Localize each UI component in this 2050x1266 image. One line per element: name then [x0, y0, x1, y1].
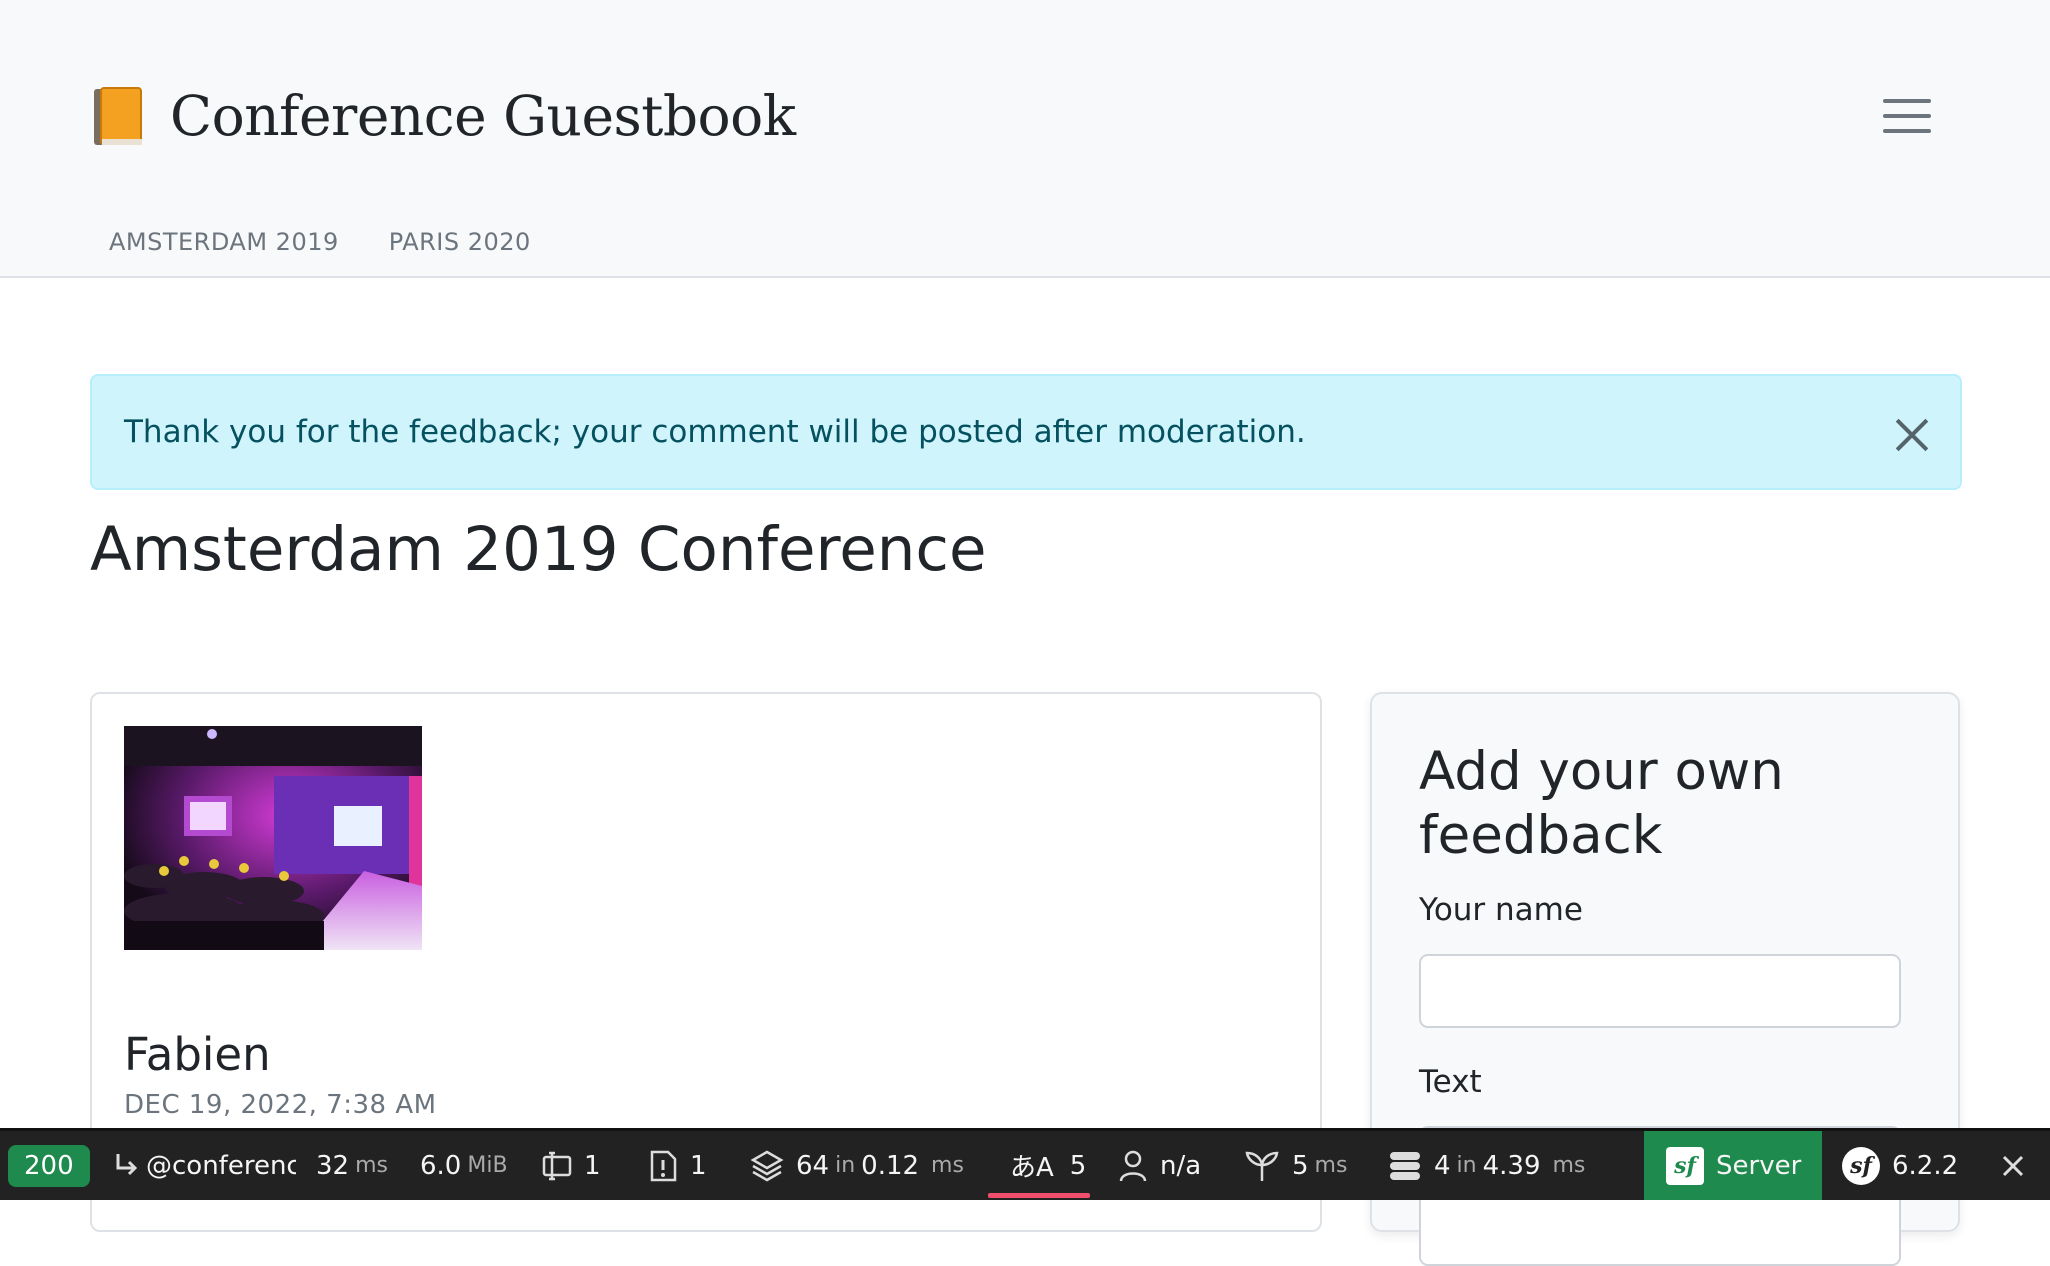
alert-message: Thank you for the feedback; your comment… [124, 414, 1306, 450]
flash-alert: Thank you for the feedback; your comment… [90, 374, 1962, 490]
close-icon[interactable] [1895, 418, 1929, 452]
exceptions-count: 1 [690, 1150, 707, 1181]
orange-book-icon [94, 87, 142, 145]
server-label: Server [1716, 1150, 1802, 1181]
memory-item[interactable]: 6.0 MiB [420, 1131, 508, 1200]
text-label: Text [1419, 1064, 1482, 1100]
twig-item[interactable]: 5 ms [1244, 1131, 1347, 1200]
comment-photo [124, 726, 422, 950]
cache-unit: ms [931, 1153, 964, 1178]
cache-in: in [835, 1153, 856, 1178]
translation-item[interactable]: あA 5 [1010, 1131, 1086, 1200]
db-time: 4.39 [1482, 1150, 1541, 1181]
status-badge: 200 [8, 1144, 90, 1187]
security-item[interactable]: n/a [1118, 1131, 1201, 1200]
version-item[interactable]: sf 6.2.2 [1842, 1131, 1958, 1200]
toolbar-close-icon[interactable] [2000, 1131, 2026, 1200]
translation-icon: あA [1010, 1153, 1054, 1183]
exceptions-item[interactable]: 1 [648, 1131, 707, 1200]
comment-date: DEC 19, 2022, 7:38 AM [124, 1090, 437, 1120]
server-item[interactable]: sf Server [1644, 1131, 1822, 1200]
translation-count: 5 [1069, 1150, 1087, 1181]
db-unit: ms [1552, 1153, 1586, 1178]
cache-item[interactable]: 64 in 0.12 ms [750, 1131, 964, 1200]
time-unit: ms [355, 1153, 388, 1178]
symfony-logo-icon: sf [1666, 1146, 1704, 1185]
active-tab-indicator [988, 1193, 1090, 1198]
route-arrow-icon [112, 1152, 140, 1180]
database-icon [1388, 1149, 1422, 1183]
page-title: Amsterdam 2019 Conference [90, 514, 987, 585]
time-item[interactable]: 32 ms [316, 1131, 388, 1200]
route-name: @conference [146, 1150, 296, 1181]
memory-value: 6.0 [420, 1150, 462, 1181]
layers-icon [750, 1149, 784, 1183]
twig-value: 5 [1292, 1150, 1309, 1181]
brand-link[interactable]: Conference Guestbook [94, 76, 796, 156]
name-input[interactable] [1419, 954, 1901, 1028]
exception-icon [648, 1149, 678, 1183]
nav-link-amsterdam-2019[interactable]: AMSTERDAM 2019 [109, 228, 339, 256]
form-icon [540, 1149, 574, 1183]
twig-unit: ms [1314, 1153, 1348, 1178]
brand-title[interactable]: Conference Guestbook [170, 84, 796, 148]
forms-item[interactable]: 1 [540, 1131, 601, 1200]
comment-author: Fabien [124, 1028, 271, 1081]
site-header: Conference Guestbook AMSTERDAM 2019 PARI… [0, 0, 2050, 278]
symfony-logo-icon: sf [1842, 1146, 1880, 1185]
hamburger-menu-icon[interactable] [1880, 95, 1934, 137]
forms-count: 1 [584, 1150, 601, 1181]
cache-time: 0.12 [861, 1150, 920, 1181]
nav-link-paris-2020[interactable]: PARIS 2020 [389, 228, 531, 256]
time-value: 32 [316, 1150, 350, 1181]
user-value: n/a [1160, 1150, 1202, 1181]
name-label: Your name [1419, 892, 1583, 928]
user-icon [1118, 1149, 1148, 1183]
form-title: Add your own feedback [1419, 741, 1784, 866]
conference-nav: AMSTERDAM 2019 PARIS 2020 [109, 228, 531, 256]
debug-toolbar: 200 @conference 32 ms 6.0 MiB 1 1 64 in … [0, 1128, 2050, 1200]
route-item[interactable]: @conference [112, 1131, 296, 1200]
status-code-item[interactable]: 200 [8, 1131, 90, 1200]
memory-unit: MiB [467, 1153, 508, 1178]
symfony-version: 6.2.2 [1892, 1150, 1959, 1181]
db-count: 4 [1434, 1150, 1451, 1181]
database-item[interactable]: 4 in 4.39 ms [1388, 1131, 1585, 1200]
db-in: in [1456, 1153, 1477, 1178]
twig-leaf-icon [1244, 1149, 1280, 1183]
cache-count: 64 [796, 1150, 830, 1181]
